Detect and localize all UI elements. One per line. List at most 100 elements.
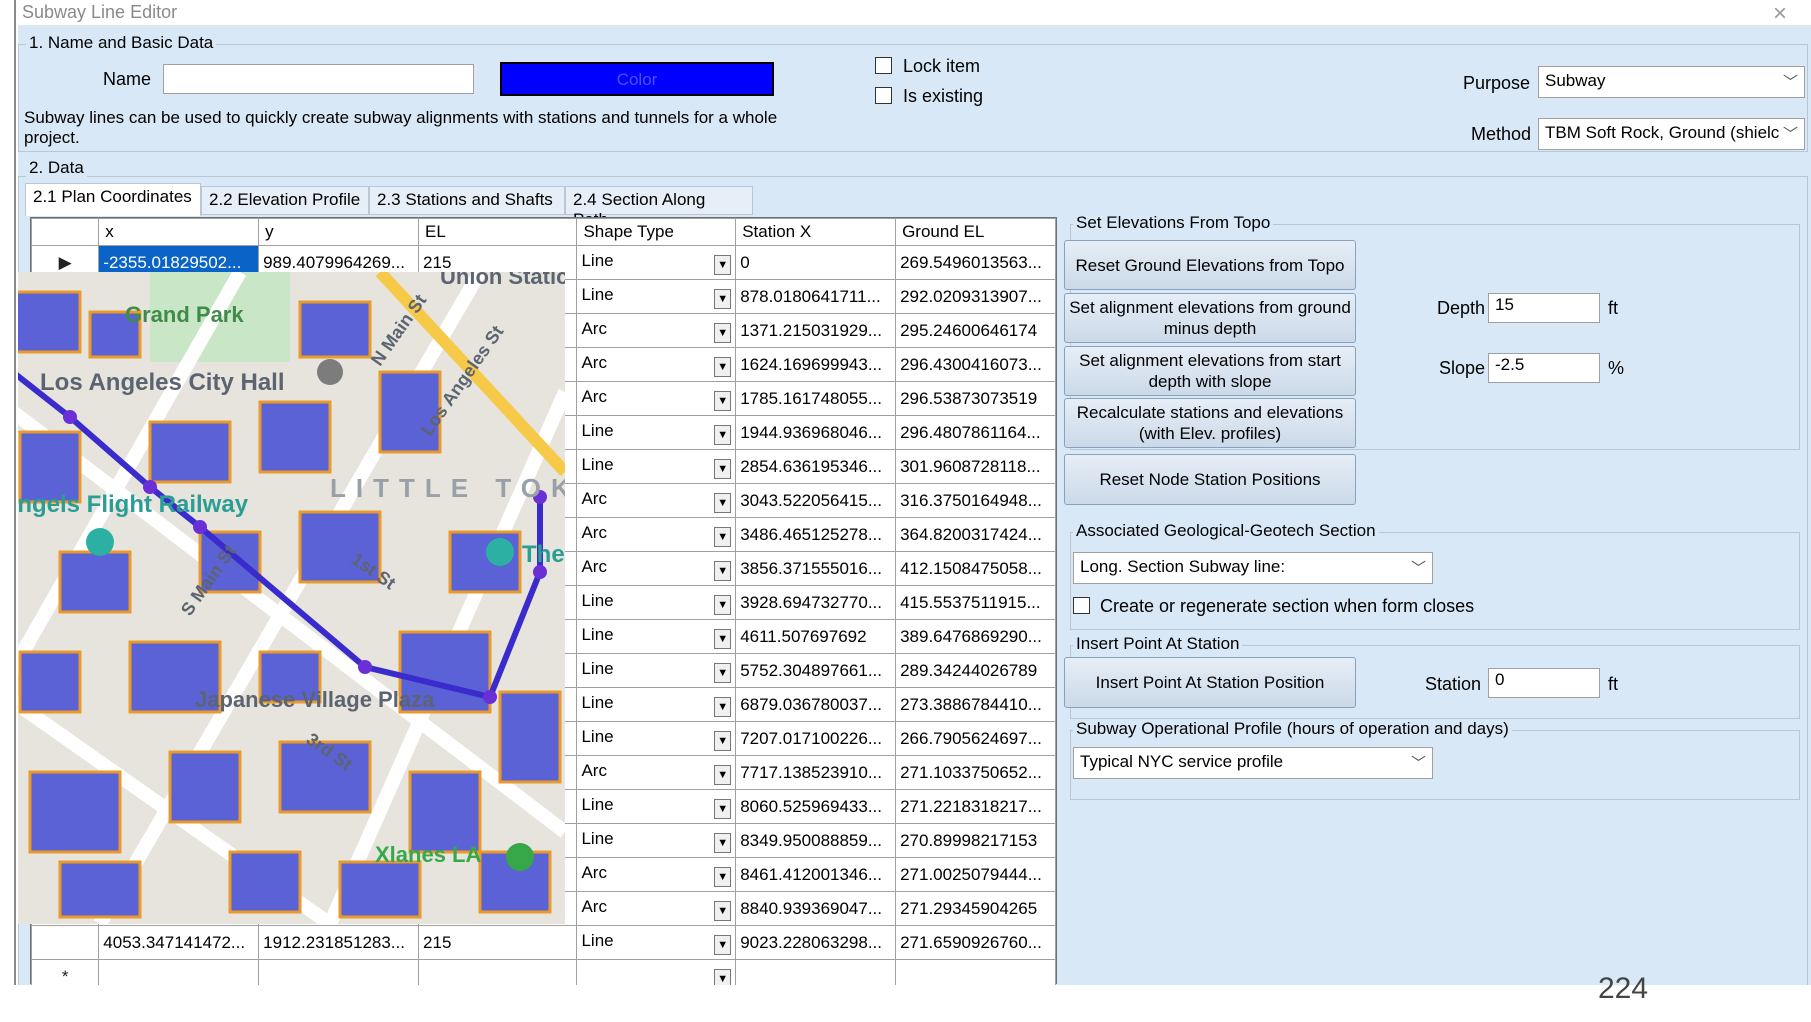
- cell-station-x[interactable]: 7717.138523910...: [735, 755, 897, 790]
- shape-type-dropdown-icon[interactable]: ▼: [714, 356, 732, 377]
- set-elevations-start-slope-button[interactable]: Set alignment elevations from start dept…: [1064, 346, 1356, 396]
- cell-ground-el[interactable]: 412.1508475058...: [895, 551, 1056, 586]
- cell-shape-type[interactable]: Arc ▼: [576, 517, 737, 552]
- color-button[interactable]: Color: [500, 62, 774, 96]
- cell-shape-type[interactable]: Arc ▼: [576, 483, 737, 518]
- cell-shape-type[interactable]: Line ▼: [576, 245, 737, 280]
- cell-shape-type[interactable]: Line ▼: [576, 823, 737, 858]
- row-header[interactable]: [30, 925, 100, 960]
- purpose-select[interactable]: Subway ﹀: [1538, 66, 1805, 98]
- cell-shape-type[interactable]: Line ▼: [576, 619, 737, 654]
- cell-ground-el[interactable]: 271.29345904265: [895, 891, 1056, 926]
- depth-input[interactable]: 15: [1488, 293, 1600, 323]
- shape-type-dropdown-icon[interactable]: ▼: [714, 526, 732, 547]
- station-input[interactable]: 0: [1488, 668, 1600, 698]
- cell-station-x[interactable]: 9023.228063298...: [735, 925, 897, 960]
- shape-type-dropdown-icon[interactable]: ▼: [714, 662, 732, 683]
- cell-station-x[interactable]: 8461.412001346...: [735, 857, 897, 892]
- cell-ground-el[interactable]: 270.89998217153: [895, 823, 1056, 858]
- cell-x[interactable]: 4053.347141472...: [98, 925, 260, 960]
- shape-type-dropdown-icon[interactable]: ▼: [714, 764, 732, 785]
- shape-type-dropdown-icon[interactable]: ▼: [714, 492, 732, 513]
- cell-ground-el[interactable]: 292.0209313907...: [895, 279, 1056, 314]
- set-elevations-ground-depth-button[interactable]: Set alignment elevations from ground min…: [1064, 293, 1356, 343]
- tab-elevation-profile[interactable]: 2.2 Elevation Profile: [201, 186, 369, 215]
- cell-shape-type[interactable]: Line ▼: [576, 925, 737, 960]
- cell-station-x[interactable]: 1785.161748055...: [735, 381, 897, 416]
- shape-type-dropdown-icon[interactable]: ▼: [714, 390, 732, 411]
- cell-shape-type[interactable]: Line ▼: [576, 653, 737, 688]
- cell-ground-el[interactable]: 301.9608728118...: [895, 449, 1056, 484]
- shape-type-dropdown-icon[interactable]: ▼: [714, 458, 732, 479]
- cell-station-x[interactable]: 0: [735, 245, 897, 280]
- cell-shape-type[interactable]: Line ▼: [576, 449, 737, 484]
- cell-station-x[interactable]: 1371.215031929...: [735, 313, 897, 348]
- shape-type-dropdown-icon[interactable]: ▼: [714, 628, 732, 649]
- operational-profile-select[interactable]: Typical NYC service profile ﹀: [1073, 747, 1433, 779]
- column-header-el[interactable]: EL: [418, 218, 578, 246]
- shape-type-dropdown-icon[interactable]: ▼: [714, 900, 732, 921]
- reset-node-station-positions-button[interactable]: Reset Node Station Positions: [1064, 454, 1356, 505]
- cell-station-x[interactable]: 3486.465125278...: [735, 517, 897, 552]
- cell-shape-type[interactable]: Arc ▼: [576, 381, 737, 416]
- cell-ground-el[interactable]: 271.6590926760...: [895, 925, 1056, 960]
- cell-ground-el[interactable]: 316.3750164948...: [895, 483, 1056, 518]
- shape-type-dropdown-icon[interactable]: ▼: [714, 832, 732, 853]
- cell-station-x[interactable]: 8060.525969433...: [735, 789, 897, 824]
- cell-station-x[interactable]: 2854.636195346...: [735, 449, 897, 484]
- tab-plan-coordinates[interactable]: 2.1 Plan Coordinates: [25, 183, 201, 216]
- cell-ground-el[interactable]: 415.5537511915...: [895, 585, 1056, 620]
- shape-type-dropdown-icon[interactable]: ▼: [714, 934, 732, 955]
- cell-shape-type[interactable]: Arc ▼: [576, 551, 737, 586]
- close-icon[interactable]: ×: [1773, 0, 1787, 28]
- column-header-x[interactable]: x: [98, 218, 260, 246]
- cell-shape-type[interactable]: Line ▼: [576, 721, 737, 756]
- cell-y[interactable]: 1912.231851283...: [258, 925, 420, 960]
- shape-type-dropdown-icon[interactable]: ▼: [714, 254, 732, 275]
- cell-station-x[interactable]: 8840.939369047...: [735, 891, 897, 926]
- shape-type-dropdown-icon[interactable]: ▼: [714, 288, 732, 309]
- cell-ground-el[interactable]: 271.0025079444...: [895, 857, 1056, 892]
- slope-input[interactable]: -2.5: [1488, 353, 1600, 383]
- cell-shape-type[interactable]: Arc ▼: [576, 347, 737, 382]
- tab-stations-shafts[interactable]: 2.3 Stations and Shafts: [369, 186, 565, 215]
- method-select[interactable]: TBM Soft Rock, Ground (shielc ﹀: [1538, 118, 1805, 150]
- cell-ground-el[interactable]: 296.4300416073...: [895, 347, 1056, 382]
- shape-type-dropdown-icon[interactable]: ▼: [714, 560, 732, 581]
- shape-type-dropdown-icon[interactable]: ▼: [714, 424, 732, 445]
- cell-ground-el[interactable]: 271.2218318217...: [895, 789, 1056, 824]
- column-header-y[interactable]: y: [258, 218, 420, 246]
- cell-ground-el[interactable]: 296.4807861164...: [895, 415, 1056, 450]
- cell-ground-el[interactable]: 273.3886784410...: [895, 687, 1056, 722]
- column-header-shape-type[interactable]: Shape Type: [576, 218, 737, 246]
- cell-station-x[interactable]: 8349.950088859...: [735, 823, 897, 858]
- cell-shape-type[interactable]: Line ▼: [576, 687, 737, 722]
- cell-station-x[interactable]: 7207.017100226...: [735, 721, 897, 756]
- cell-station-x[interactable]: 6879.036780037...: [735, 687, 897, 722]
- reset-ground-elevations-button[interactable]: Reset Ground Elevations from Topo: [1064, 240, 1356, 290]
- cell-shape-type[interactable]: Arc ▼: [576, 755, 737, 790]
- insert-point-button[interactable]: Insert Point At Station Position: [1064, 657, 1356, 708]
- tab-section-along-path[interactable]: 2.4 Section Along Path: [565, 186, 753, 229]
- cell-shape-type[interactable]: Arc ▼: [576, 857, 737, 892]
- cell-station-x[interactable]: 3856.371555016...: [735, 551, 897, 586]
- shape-type-dropdown-icon[interactable]: ▼: [714, 866, 732, 887]
- name-input[interactable]: [163, 64, 474, 94]
- cell-ground-el[interactable]: 266.7905624697...: [895, 721, 1056, 756]
- shape-type-dropdown-icon[interactable]: ▼: [714, 594, 732, 615]
- cell-shape-type[interactable]: Arc ▼: [576, 891, 737, 926]
- cell-station-x[interactable]: 3043.522056415...: [735, 483, 897, 518]
- cell-station-x[interactable]: 1944.936968046...: [735, 415, 897, 450]
- is-existing-checkbox[interactable]: [875, 87, 892, 104]
- cell-ground-el[interactable]: 364.8200317424...: [895, 517, 1056, 552]
- column-header-station-x[interactable]: Station X: [735, 218, 897, 246]
- cell-shape-type[interactable]: Line ▼: [576, 585, 737, 620]
- regenerate-section-checkbox[interactable]: [1073, 597, 1090, 614]
- cell-ground-el[interactable]: 389.6476869290...: [895, 619, 1056, 654]
- cell-shape-type[interactable]: Arc ▼: [576, 313, 737, 348]
- cell-station-x[interactable]: 3928.694732770...: [735, 585, 897, 620]
- cell-ground-el[interactable]: 295.24600646174: [895, 313, 1056, 348]
- cell-ground-el[interactable]: 271.1033750652...: [895, 755, 1056, 790]
- cell-station-x[interactable]: 5752.304897661...: [735, 653, 897, 688]
- cell-station-x[interactable]: 1624.169699943...: [735, 347, 897, 382]
